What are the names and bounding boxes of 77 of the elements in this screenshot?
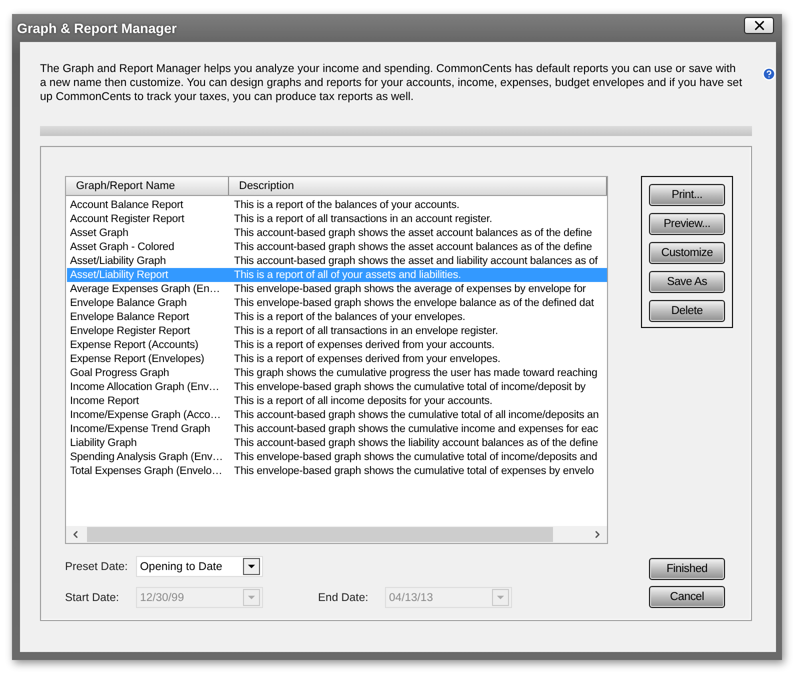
help-icon[interactable] [762,67,776,81]
field-label: Preset Date: [65,560,129,572]
table-row[interactable]: Account Balance Report This is a report of the balances of your accounts. [67,198,607,212]
table-row[interactable]: Spending Analysis Graph (Env… This envelope-based graph shows the cumulative total of income/deposits and [67,450,607,464]
column-header[interactable]: Description [229,177,607,195]
table-cell-text: This is a report of all transactions in an account register. [233,212,492,226]
action-button[interactable]: Customize [649,242,725,264]
column-header[interactable]: Graph/Report Name [66,177,229,195]
table-row[interactable]: Asset Graph - Colored This account-based graph shows the asset account balances as of the define [67,240,607,254]
field-label: Start Date: [65,592,120,604]
table-cell-text: Account Register Report [69,212,186,226]
table-cell-text: Income Report [69,394,140,408]
table-cell-text: Account Balance Report [69,198,184,212]
table-cell-text: Asset Graph - Colored [69,240,176,254]
table-cell-text: Asset Graph [69,226,130,240]
table-row[interactable]: Income Report This is a report of all income deposits for your accounts. [67,394,607,408]
intro-text: The Graph and Report Manager helps you analyze your income and spending. CommonCents has default reports you can use or save with a new name then customize. You can design graphs and reports for your accounts, income, expenses, budget envelopes and if you have set up CommonCents to track your taxes, you can produce tax reports as well. [40,62,743,104]
table-cell-text: Expense Report (Accounts) [69,338,200,352]
table-cell-text: This envelope-based graph shows the cumulative total of income/deposits and [233,450,598,464]
table-cell-text: Asset/Liability Report [69,268,170,282]
field-label: End Date: [318,592,370,604]
table-row[interactable]: Expense Report (Accounts) This is a report of expenses derived from your accounts. [67,338,607,352]
action-button[interactable]: Delete [649,300,725,322]
action-button[interactable]: Preview... [649,213,725,235]
table-row[interactable]: Asset/Liability Graph This account-based graph shows the asset and liability account balances as of [67,254,607,268]
table-cell-text: This is a report of expenses derived from your accounts. [233,338,494,352]
table-cell-text: Envelope Balance Graph [69,296,188,310]
table-row[interactable]: Envelope Balance Report This is a report of the balances of your envelopes. [67,310,607,324]
dialog-button[interactable]: Cancel [649,586,725,608]
horizontal-scrollbar[interactable] [66,526,607,543]
table-cell-text: Income/Expense Graph (Acco… [69,408,222,422]
table-row[interactable]: Average Expenses Graph (En… This envelope-based graph shows the average of expenses by envelope for [67,282,607,296]
action-button[interactable]: Print... [649,184,725,206]
table-cell-text: This graph shows the cumulative progress the user has made toward reaching [233,366,598,380]
table-cell-text: This is a report of expenses derived from your envelopes. [233,352,500,366]
table-cell-text: This envelope-based graph shows the cumulative total of expenses by envelo [233,464,594,478]
table-cell-text: This account-based graph shows the liability account balances as of the define [233,436,598,450]
table-cell-text: Envelope Balance Report [69,310,190,324]
table-cell-text: This account-based graph shows the cumulative income and expenses for eac [233,422,598,436]
table-cell-text: This envelope-based graph shows the cumulative total of income/deposit by [233,380,586,394]
table-cell-text: This account-based graph shows the asset account balances as of the define [233,226,592,240]
table-row[interactable]: Asset Graph This account-based graph shows the asset account balances as of the define [67,226,607,240]
table-cell-text: This is a report of the balances of your accounts. [233,198,460,212]
action-button[interactable]: Save As [649,271,725,293]
preset-date-dropdown[interactable]: Opening to Date [136,556,263,577]
table-cell-text: This envelope-based graph shows the envelope balance as of the defined dat [233,296,594,310]
table-cell-text: Average Expenses Graph (En… [69,282,221,296]
table-cell-text: This is a report of all transactions in an envelope register. [233,324,498,338]
table-cell-text: Income Allocation Graph (Env… [69,380,220,394]
table-cell-text: Asset/Liability Graph [69,254,167,268]
table-cell-text: Envelope Register Report [69,324,192,338]
dialog-button[interactable]: Finished [649,558,725,580]
table-row[interactable]: Envelope Register Report This is a report of all transactions in an envelope register. [67,324,607,338]
table-row[interactable]: Income/Expense Graph (Acco… This account-based graph shows the cumulative total of all income/deposits an [67,408,607,422]
table-row[interactable]: Liability Graph This account-based graph shows the liability account balances as of the define [67,436,607,450]
table-row[interactable]: Goal Progress Graph This graph shows the cumulative progress the user has made toward reaching [67,366,607,380]
table-cell-text: Liability Graph [69,436,138,450]
table-cell-text: This account-based graph shows the asset and liability account balances as of [233,254,598,268]
table-row[interactable]: Envelope Balance Graph This envelope-based graph shows the envelope balance as of the defined dat [67,296,607,310]
table-cell-text: Income/Expense Trend Graph [69,422,212,436]
table-cell-text: This is a report of the balances of your envelopes. [233,310,466,324]
close-button[interactable] [744,16,774,34]
table-row[interactable]: Income Allocation Graph (Env… This envelope-based graph shows the cumulative total of income/deposit by [67,380,607,394]
table-cell-text: This envelope-based graph shows the average of expenses by envelope for [233,282,586,296]
table-row[interactable]: Expense Report (Envelopes) This is a report of expenses derived from your envelopes. [67,352,607,366]
table-cell-text: This account-based graph shows the asset account balances as of the define [233,240,592,254]
table-cell-text: This account-based graph shows the cumulative total of all income/deposits an [233,408,599,422]
table-row[interactable]: Income/Expense Trend Graph This account-based graph shows the cumulative income and expenses for eac [67,422,607,436]
table-row[interactable]: Account Register Report This is a report of all transactions in an account register. [67,212,607,226]
table-cell-text: Goal Progress Graph [69,366,170,380]
table-cell-text: This is a report of all of your assets and liabilities. [233,268,461,282]
table-row[interactable]: Total Expenses Graph (Envelo… This envelope-based graph shows the cumulative total of expenses by envelo [67,464,607,478]
window-title: Graph & Report Manager [17,20,177,36]
table-cell-text: This is a report of all income deposits for your accounts. [233,394,492,408]
table-cell-text: Total Expenses Graph (Envelo… [69,464,224,478]
table-cell-text: Expense Report (Envelopes) [69,352,206,366]
table-cell-text: Spending Analysis Graph (Env… [69,450,224,464]
